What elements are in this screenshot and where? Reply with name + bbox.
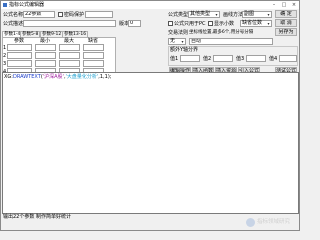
decimal-select[interactable]: 缺省位数 ▾: [240, 20, 272, 27]
axis-position-input[interactable]: 自动: [189, 38, 273, 45]
version-input[interactable]: 0: [128, 20, 141, 27]
title-bar: 指标公式编辑器 – □ ×: [1, 1, 299, 9]
level-1-label: 值1: [170, 56, 179, 62]
param-max-cell[interactable]: [59, 60, 80, 67]
level-2-label: 值2: [203, 56, 212, 62]
watermark-text: 指标领域研究: [257, 219, 291, 225]
level-2-input[interactable]: [213, 55, 233, 62]
show-decimal-label: 显示小数: [214, 21, 235, 27]
param-name-cell[interactable]: [7, 44, 32, 51]
param-min-cell[interactable]: [35, 52, 56, 59]
watermark: 指标领域研究: [246, 215, 298, 231]
code-string-2: '大盘量化分析': [65, 74, 99, 80]
param-min-cell[interactable]: [35, 44, 56, 51]
formula-name-label: 公式名称: [3, 12, 24, 18]
level-1-input[interactable]: [180, 55, 200, 62]
save-as-button[interactable]: 另存为: [275, 28, 297, 36]
chevron-down-icon: ▾: [181, 39, 184, 44]
row-number: 2: [3, 53, 7, 59]
formula-type-value: 其他类型: [190, 11, 211, 17]
description-input[interactable]: [23, 20, 116, 27]
password-label: 密码保护: [64, 12, 85, 18]
trade-rule-value: 无: [170, 38, 176, 44]
param-min-cell[interactable]: [35, 60, 56, 67]
row-number: 3: [3, 61, 7, 67]
y-axis-group-label: 额外Y轴分界: [170, 47, 199, 53]
chevron-down-icon: ▾: [215, 12, 218, 17]
param-name-cell[interactable]: [7, 52, 32, 59]
param-default-cell[interactable]: [83, 52, 104, 59]
draw-method-label: 画线方法: [223, 12, 244, 18]
show-decimal-checkbox[interactable]: [208, 21, 213, 26]
trade-rule-label: 交易法则: [168, 30, 189, 36]
cancel-button[interactable]: 取 消: [275, 19, 297, 27]
formula-editor-window: 指标公式编辑器 – □ × 公式名称 22参数 密码保护 公式类型 其他类型 ▾…: [0, 0, 300, 231]
password-checkbox[interactable]: [58, 12, 63, 17]
draw-method-value: 副图: [244, 11, 255, 17]
draw-method-select[interactable]: 副图 ▾: [242, 11, 272, 18]
level-4-label: 值4: [269, 56, 278, 62]
decimal-value: 缺省位数: [242, 20, 263, 26]
minimize-button[interactable]: –: [269, 1, 279, 9]
level-3-label: 值3: [236, 56, 245, 62]
window-title: 指标公式编辑器: [9, 2, 45, 8]
watermark-logo-icon: [246, 218, 255, 227]
code-editor[interactable]: XG:DRAWTEXT('沪深A股','大盘量化分析',1,1);: [2, 72, 299, 214]
code-tail: ,1,1);: [98, 74, 112, 80]
app-icon: [3, 3, 7, 7]
pc-only-label: 公式只用于PC: [174, 21, 206, 27]
param-max-cell[interactable]: [59, 44, 80, 51]
param-max-cell[interactable]: [59, 52, 80, 59]
level-4-input[interactable]: [279, 55, 297, 62]
chevron-down-icon: ▾: [267, 12, 270, 17]
formula-type-select[interactable]: 其他类型 ▾: [188, 11, 220, 18]
close-button[interactable]: ×: [289, 1, 299, 9]
formula-type-label: 公式类型: [168, 12, 189, 18]
code-function: DRAWTEXT: [12, 74, 41, 80]
param-default-cell[interactable]: [83, 60, 104, 67]
code-line: XG:DRAWTEXT('沪深A股','大盘量化分析',1,1);: [4, 74, 111, 80]
param-name-cell[interactable]: [7, 60, 32, 67]
formula-name-input[interactable]: 22参数: [23, 11, 55, 18]
description-label: 公式描述: [3, 21, 24, 27]
confirm-button[interactable]: 确 定: [275, 10, 297, 18]
level-3-input[interactable]: [246, 55, 266, 62]
code-prefix: XG:: [4, 74, 13, 80]
row-number: 1: [3, 45, 7, 51]
pc-only-checkbox[interactable]: [168, 21, 173, 26]
param-default-cell[interactable]: [83, 44, 104, 51]
axis-position-label: 坐标线位置,最多6个,用分号分隔: [189, 30, 254, 35]
maximize-button[interactable]: □: [279, 1, 289, 9]
password-input[interactable]: [85, 11, 113, 18]
trade-rule-select[interactable]: 无 ▾: [168, 38, 186, 45]
code-string-1: '沪深A股': [42, 74, 64, 80]
chevron-down-icon: ▾: [267, 21, 270, 26]
